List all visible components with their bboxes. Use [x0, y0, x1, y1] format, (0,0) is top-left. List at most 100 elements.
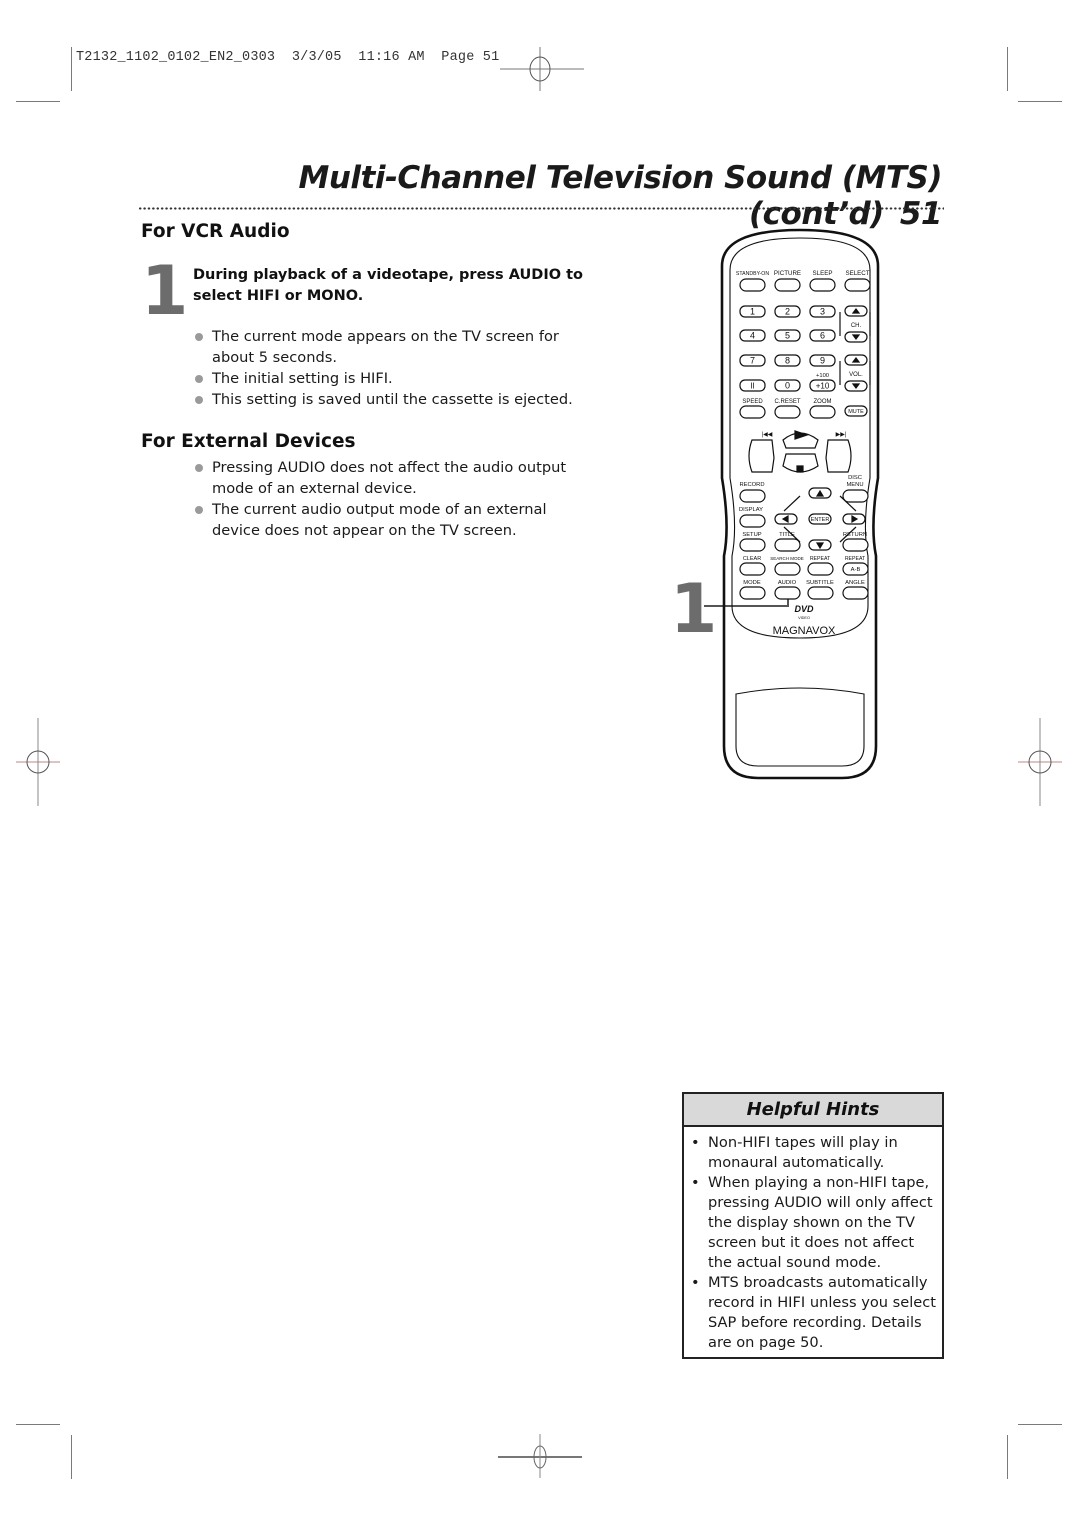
dotted-divider: [138, 207, 944, 210]
crop-mark: [16, 101, 60, 102]
skip-back-icon: |◀◀: [762, 432, 773, 438]
helpful-hints-title: Helpful Hints: [684, 1094, 942, 1127]
list-item: The initial setting is HIFI.: [194, 368, 584, 389]
registration-mark-bottom: [498, 1434, 582, 1478]
disc-menu-button: [842, 489, 869, 503]
print-slug: T2132_1102_0102_EN2_0303 3/3/05 11:16 AM…: [76, 50, 499, 65]
number-2-button-label: 2: [785, 307, 790, 317]
number-5-button-label: 5: [785, 331, 790, 341]
search-mode-label: SEARCH MODE: [770, 556, 804, 561]
registration-mark-right: [1018, 718, 1062, 806]
bullet-icon: [195, 464, 203, 472]
angle-button: [842, 586, 869, 600]
mode-label: MODE: [743, 580, 761, 586]
angle-label: ANGLE: [845, 580, 865, 586]
list-item: The current mode appears on the TV scree…: [194, 326, 584, 368]
vcr-audio-notes: The current mode appears on the TV scree…: [194, 326, 584, 410]
display-button: [739, 514, 766, 528]
fast-forward-button: [825, 439, 852, 473]
bullet-icon: [195, 333, 203, 341]
search-mode-button: [774, 562, 801, 576]
return-button: [842, 538, 869, 552]
enter-button-label: ENTER: [811, 517, 830, 523]
battery-cover: [735, 687, 865, 767]
menu-label: MENU: [846, 482, 863, 488]
select-label: SELECT: [845, 270, 869, 277]
stop-icon: [796, 465, 804, 473]
clear-button: [739, 562, 766, 576]
section-heading-vcr-audio: For VCR Audio: [141, 221, 290, 242]
repeat-label: REPEAT: [810, 556, 831, 562]
slug-file: T2132_1102_0102_EN2_0303: [76, 50, 276, 65]
title-button: [774, 538, 801, 552]
helpful-hints-box: Helpful Hints • Non-HIFI tapes will play …: [682, 1092, 944, 1359]
helpful-hints-list: • Non-HIFI tapes will play in monaural au…: [684, 1133, 942, 1353]
section-heading-external-devices: For External Devices: [141, 431, 356, 452]
return-label: RETURN: [843, 532, 867, 538]
vol-label: VOL.: [849, 372, 863, 378]
slug-page: Page 51: [441, 50, 500, 65]
subtitle-button: [807, 586, 834, 600]
plus10-button-label: +10: [816, 381, 830, 390]
list-item: • Non-HIFI tapes will play in monaural au…: [691, 1134, 898, 1171]
crop-mark: [71, 47, 72, 91]
step-instruction: During playback of a videotape, press AU…: [193, 267, 583, 304]
standby-label: STANDBY-ON: [736, 271, 769, 277]
subtitle-label: SUBTITLE: [806, 580, 834, 586]
crop-mark: [1007, 1435, 1008, 1479]
crop-mark: [16, 1424, 60, 1425]
pause-button-label: II: [750, 381, 754, 390]
audio-label: AUDIO: [778, 580, 797, 586]
number-4-button-label: 4: [750, 331, 755, 341]
speed-label: SPEED: [742, 399, 763, 405]
creset-label: C.RESET: [774, 399, 800, 405]
number-6-button-label: 6: [820, 331, 825, 341]
select-button: [844, 278, 871, 292]
remote-control-illustration: STANDBY-ON PICTURE SLEEP SELECT 1 2 3 4 5 6 7 8 9 II 0…: [720, 228, 880, 780]
page-title-text: Multi-Channel Television Sound (MTS) (co…: [298, 160, 943, 232]
display-label: DISPLAY: [739, 507, 763, 513]
zoom-label: ZOOM: [814, 399, 832, 405]
slug-date: 3/3/05: [291, 50, 342, 65]
sleep-button: [809, 278, 836, 292]
list-item: • MTS broadcasts automatically record in …: [691, 1274, 937, 1351]
repeat-button: [807, 562, 834, 576]
number-8-button-label: 8: [785, 356, 790, 366]
setup-label: SETUP: [742, 532, 761, 538]
callout-step-number: 1: [670, 570, 718, 649]
registration-mark-left: [16, 718, 60, 806]
record-label: RECORD: [739, 482, 764, 488]
list-item: This setting is saved until the cassette…: [194, 389, 584, 410]
number-7-button-label: 7: [750, 356, 755, 366]
setup-button: [739, 538, 766, 552]
bullet-icon: [195, 375, 203, 383]
bullet-icon: •: [691, 1134, 700, 1151]
bullet-icon: •: [691, 1174, 700, 1191]
picture-button: [774, 278, 801, 292]
number-0-button-label: 0: [785, 381, 790, 391]
standby-button: [739, 278, 766, 292]
page-number: 51: [899, 196, 943, 232]
rewind-button: [748, 439, 775, 473]
zoom-button: [809, 405, 836, 419]
sleep-label: SLEEP: [813, 270, 833, 277]
number-1-button-label: 1: [750, 307, 755, 317]
ch-label: CH.: [851, 323, 862, 329]
audio-button: [774, 586, 801, 600]
number-3-button-label: 3: [820, 307, 825, 317]
list-item: • When playing a non-HIFI tape, pressing …: [691, 1174, 933, 1271]
mute-button-label: MUTE: [848, 409, 864, 415]
number-9-button-label: 9: [820, 356, 825, 366]
crop-mark: [1018, 101, 1062, 102]
speed-button: [739, 405, 766, 419]
disc-label: DISC: [848, 475, 862, 481]
picture-label: PICTURE: [774, 270, 801, 277]
crop-mark: [71, 1435, 72, 1479]
dvd-logo: DVD: [794, 604, 814, 614]
list-item: The current audio output mode of an exte…: [194, 499, 574, 541]
brand-logo: MAGNAVOX: [773, 625, 836, 637]
skip-forward-icon: ▶▶|: [836, 432, 847, 438]
crop-mark: [1007, 47, 1008, 91]
repeat-ab-label: REPEAT: [845, 556, 866, 562]
bullet-icon: •: [691, 1274, 700, 1291]
